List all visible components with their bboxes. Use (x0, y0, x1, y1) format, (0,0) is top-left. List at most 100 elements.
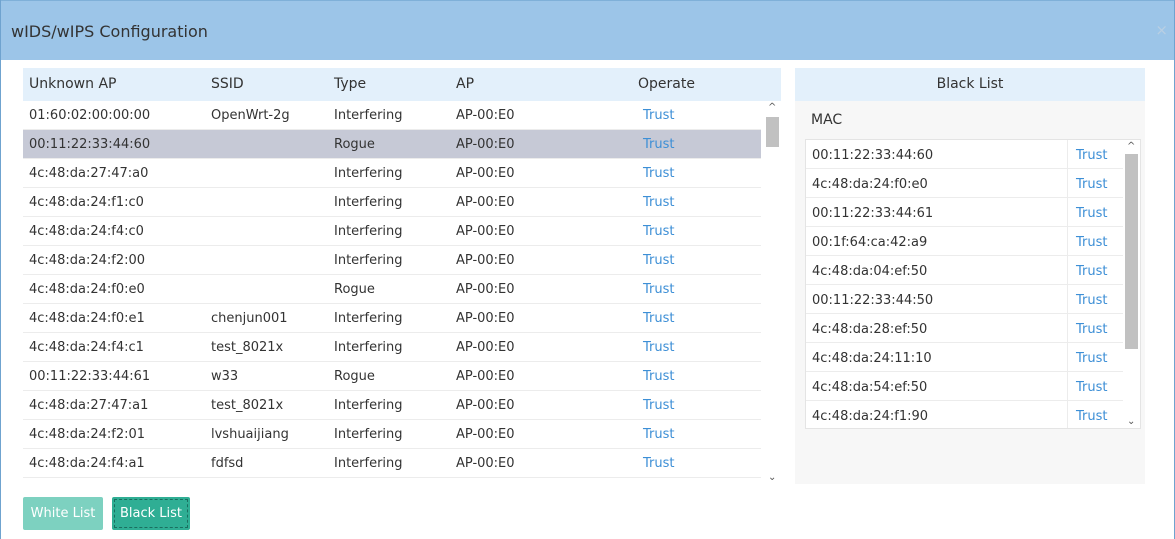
list-item: 4c:48:da:24:f1:90 Trust (806, 401, 1124, 428)
trust-link[interactable]: Trust (643, 311, 674, 326)
trust-link[interactable]: Trust (1076, 409, 1107, 424)
list-item: 4c:48:da:24:f0:e0 Trust (806, 169, 1124, 198)
scroll-thumb[interactable] (766, 117, 779, 147)
cell-ssid: lvshuaijiang (211, 427, 289, 442)
trust-link[interactable]: Trust (643, 427, 674, 442)
trust-link[interactable]: Trust (1076, 148, 1107, 163)
black-list-mac: 00:11:22:33:44:50 (812, 293, 934, 308)
col-ap[interactable]: AP (456, 76, 474, 92)
cell-type: Rogue (334, 137, 375, 152)
trust-link[interactable]: Trust (643, 398, 674, 413)
trust-link[interactable]: Trust (643, 340, 674, 355)
cell-mac: 4c:48:da:27:47:a0 (29, 166, 149, 181)
scroll-down-icon[interactable]: ⌄ (1127, 416, 1135, 427)
scroll-up-icon[interactable]: ^ (768, 102, 776, 113)
scroll-up-icon[interactable]: ^ (1127, 141, 1135, 152)
table-row[interactable]: 4c:48:da:27:47:a1 test_8021x Interfering AP… (23, 391, 761, 420)
table-row[interactable]: 00:11:22:33:44:60 Rogue AP-00:E0 Trust (23, 130, 761, 159)
table-row[interactable]: 4c:48:da:24:f0:e0 Rogue AP-00:E0 Trust (23, 275, 761, 304)
table-row[interactable]: 4c:48:da:24:f0:e1 chenjun001 Interfering AP… (23, 304, 761, 333)
cell-type: Rogue (334, 282, 375, 297)
cell-ap: AP-00:E0 (456, 137, 515, 152)
white-list-button[interactable]: White List (23, 497, 103, 530)
cell-type: Interfering (334, 166, 403, 181)
black-list-mac: 4c:48:da:54:ef:50 (812, 380, 928, 395)
trust-link[interactable]: Trust (1076, 380, 1107, 395)
cell-mac: 4c:48:da:24:f4:c1 (29, 340, 144, 355)
black-list-panel: Black List MAC 4c:48:da:24:f1:90 Trust 4c:… (795, 68, 1145, 484)
trust-link[interactable]: Trust (643, 224, 674, 239)
list-item: 00:11:22:33:44:50 Trust (806, 285, 1124, 314)
cell-ssid: fdfsd (211, 456, 244, 471)
trust-link[interactable]: Trust (643, 282, 674, 297)
cell-mac: 4c:48:da:24:f2:00 (29, 253, 146, 268)
trust-link[interactable]: Trust (1076, 322, 1107, 337)
table-row[interactable]: 4c:48:da:24:f4:a1 fdfsd Interfering AP-00:E… (23, 449, 761, 478)
table-row[interactable]: 00:11:22:33:44:61 w33 Rogue AP-00:E0 Trust (23, 362, 761, 391)
table-row[interactable]: 4c:48:da:24:f2:00 Interfering AP-00:E0 Trus… (23, 246, 761, 275)
cell-ap: AP-00:E0 (456, 369, 515, 384)
col-type[interactable]: Type (334, 76, 366, 92)
trust-link[interactable]: Trust (643, 253, 674, 268)
black-list-mac: 00:11:22:33:44:60 (812, 148, 934, 163)
cell-mac: 01:60:02:00:00:00 (29, 108, 151, 123)
list-item: 00:11:22:33:44:60 Trust (806, 140, 1124, 169)
list-item: 4c:48:da:04:ef:50 Trust (806, 256, 1124, 285)
trust-link[interactable]: Trust (643, 166, 674, 181)
trust-link[interactable]: Trust (643, 108, 674, 123)
trust-link[interactable]: Trust (643, 195, 674, 210)
cell-ap: AP-00:E0 (456, 427, 515, 442)
table-row[interactable]: 4c:48:da:24:f4:c0 Interfering AP-00:E0 Trus… (23, 217, 761, 246)
cell-ssid: test_8021x (211, 398, 284, 413)
cell-type: Interfering (334, 340, 403, 355)
cell-mac: 4c:48:da:24:f0:e1 (29, 311, 145, 326)
cell-ap: AP-00:E0 (456, 108, 515, 123)
black-list-scrollbar[interactable]: ^ ⌄ (1123, 140, 1140, 428)
cell-mac: 00:11:22:33:44:60 (29, 137, 151, 152)
table-row[interactable]: 01:60:02:00:00:00 OpenWrt-2g Interfering AP… (23, 101, 761, 130)
table-row[interactable]: 4c:48:da:24:f1:c0 Interfering AP-00:E0 Trus… (23, 188, 761, 217)
cell-ap: AP-00:E0 (456, 398, 515, 413)
cell-ap: AP-00:E0 (456, 456, 515, 471)
col-operate: Operate (638, 76, 695, 92)
cell-type: Interfering (334, 398, 403, 413)
col-ssid[interactable]: SSID (211, 76, 244, 92)
trust-link[interactable]: Trust (1076, 206, 1107, 221)
trust-link[interactable]: Trust (1076, 351, 1107, 366)
trust-link[interactable]: Trust (1076, 235, 1107, 250)
cell-type: Interfering (334, 108, 403, 123)
close-icon[interactable]: × (1155, 21, 1168, 39)
black-list-button[interactable]: Black List (112, 497, 190, 530)
list-item: 4c:48:da:54:ef:50 Trust (806, 372, 1124, 401)
trust-link[interactable]: Trust (1076, 177, 1107, 192)
list-item: 4c:48:da:24:11:10 Trust (806, 343, 1124, 372)
list-item: 00:1f:64:ca:42:a9 Trust (806, 227, 1124, 256)
col-unknown-ap[interactable]: Unknown AP (29, 76, 116, 92)
scroll-thumb[interactable] (1125, 154, 1138, 349)
cell-type: Rogue (334, 369, 375, 384)
cell-ap: AP-00:E0 (456, 282, 515, 297)
column-divider (1067, 372, 1068, 401)
cell-mac: 4c:48:da:24:f4:a1 (29, 456, 145, 471)
column-divider (1067, 227, 1068, 256)
table-header: Unknown AP SSID Type AP Operate (23, 68, 781, 101)
cell-type: Interfering (334, 456, 403, 471)
cell-mac: 4c:48:da:24:f1:c0 (29, 195, 144, 210)
cell-mac: 4c:48:da:24:f4:c0 (29, 224, 144, 239)
black-list-mac: 00:11:22:33:44:61 (812, 206, 934, 221)
trust-link[interactable]: Trust (1076, 293, 1107, 308)
scroll-down-icon[interactable]: ⌄ (768, 472, 776, 483)
trust-link[interactable]: Trust (643, 369, 674, 384)
table-row[interactable]: 4c:48:da:24:f2:01 lvshuaijiang Interfering… (23, 420, 761, 449)
trust-link[interactable]: Trust (1076, 264, 1107, 279)
table-row[interactable]: 4c:48:da:27:47:a0 Interfering AP-00:E0 Trus… (23, 159, 761, 188)
cell-ap: AP-00:E0 (456, 253, 515, 268)
cell-type: Interfering (334, 427, 403, 442)
cell-mac: 4c:48:da:24:f2:01 (29, 427, 146, 442)
table-scrollbar[interactable]: ^ ⌄ (764, 101, 781, 484)
table-row[interactable]: 4c:48:da:24:f4:c1 test_8021x Interfering AP… (23, 333, 761, 362)
cell-ap: AP-00:E0 (456, 166, 515, 181)
trust-link[interactable]: Trust (643, 456, 674, 471)
black-list-mac: 4c:48:da:24:11:10 (812, 351, 932, 366)
trust-link[interactable]: Trust (643, 137, 674, 152)
